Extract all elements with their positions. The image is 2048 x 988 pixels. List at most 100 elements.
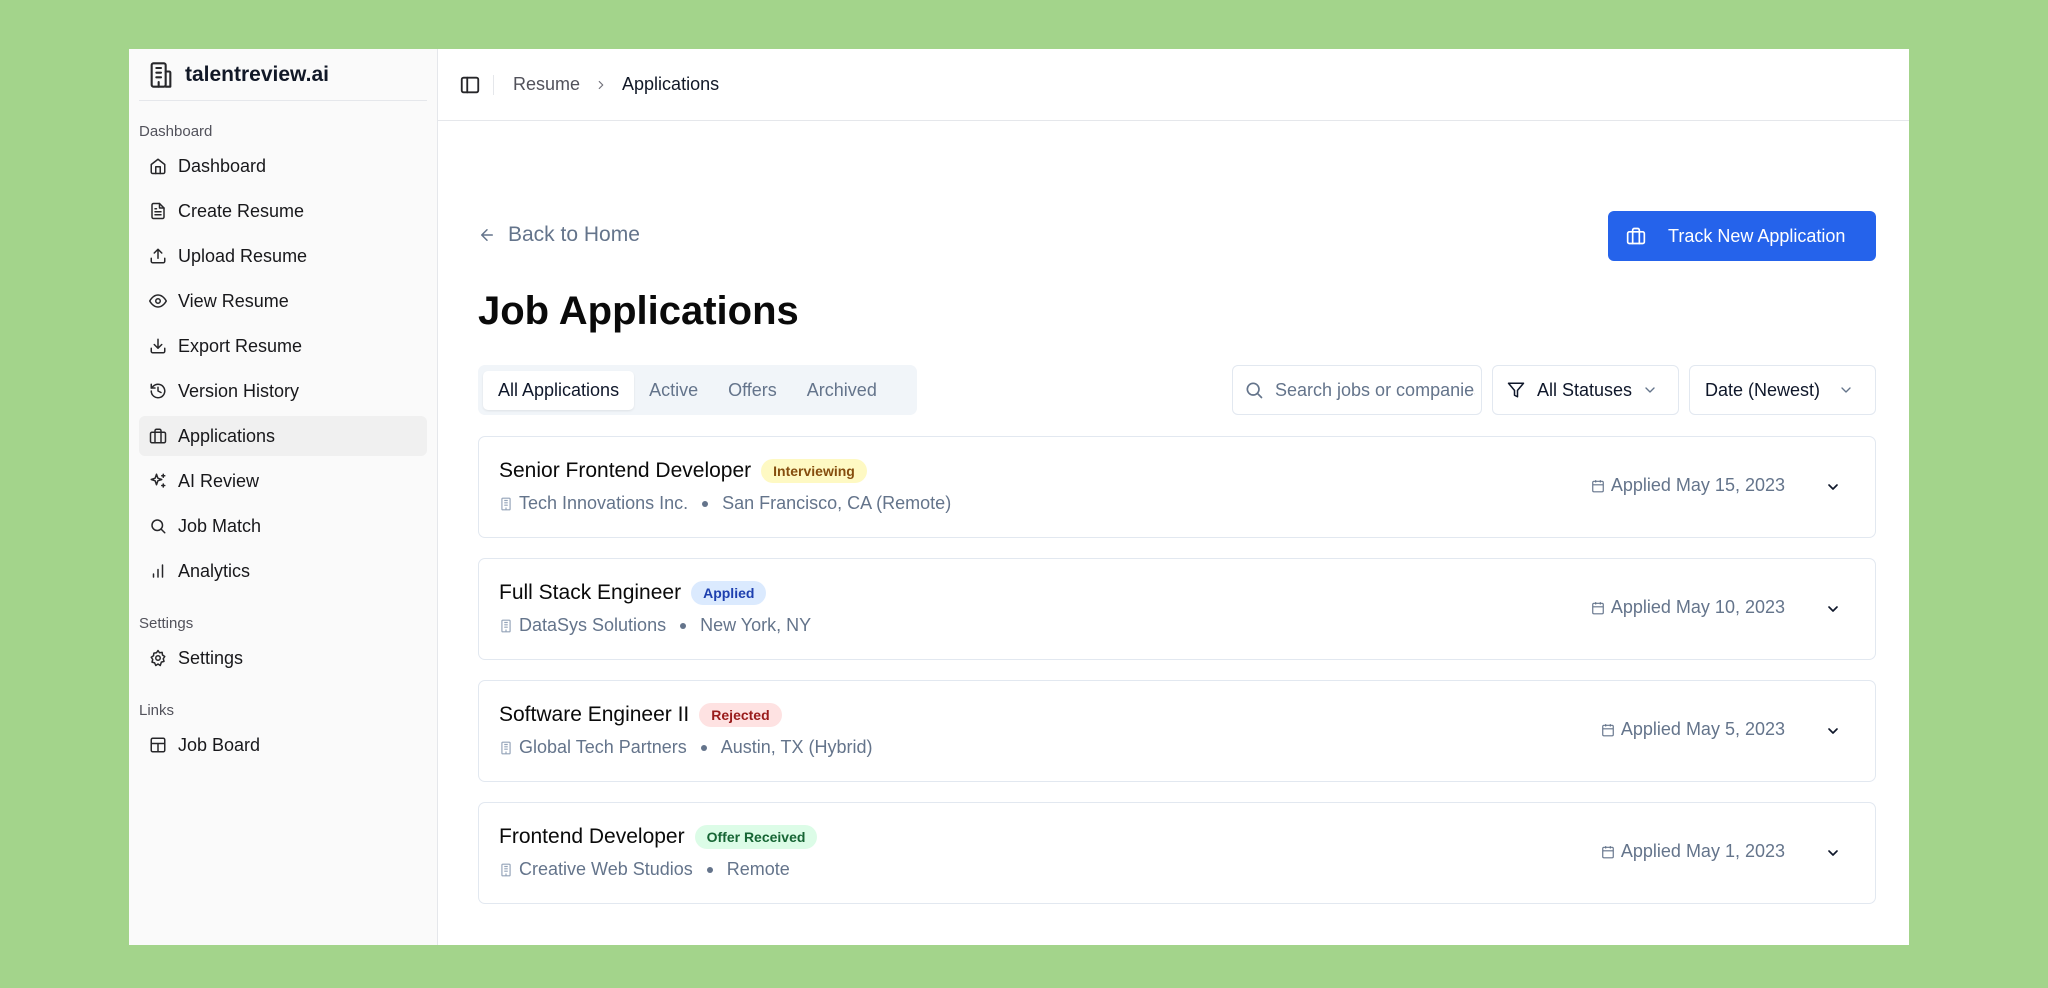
sort-value: Date (Newest)	[1705, 379, 1821, 400]
breadcrumb: Resume Applications	[513, 74, 719, 95]
arrow-left-icon	[481, 229, 493, 241]
track-new-application-button[interactable]: Track New Application	[1608, 211, 1876, 261]
company-name: Tech Innovations Inc.	[519, 493, 689, 513]
sidebar-item-settings[interactable]: Settings	[139, 638, 427, 678]
card-title-row: Frontend Developer Offer Received	[499, 825, 818, 849]
job-title: Frontend Developer	[499, 825, 685, 848]
sidebar-toggle-icon[interactable]	[459, 74, 481, 96]
topbar: Resume Applications	[438, 49, 1909, 121]
application-card[interactable]: Frontend Developer Offer Received Creati…	[478, 802, 1876, 904]
applied-date-text: Applied May 1, 2023	[1620, 841, 1785, 861]
home-icon	[150, 158, 166, 175]
application-card[interactable]: Software Engineer II Rejected Global Tec…	[478, 680, 1876, 782]
status-badge: Interviewing	[761, 459, 867, 483]
applied-date-text: Applied May 5, 2023	[1620, 719, 1785, 739]
topbar-divider	[493, 74, 494, 95]
separator-dot	[706, 866, 713, 873]
calendar-icon	[1592, 601, 1604, 614]
card-title-row: Software Engineer II Rejected	[499, 703, 782, 727]
sidebar-item-label: Dashboard	[178, 155, 267, 176]
sidebar-item-label: AI Review	[178, 470, 260, 491]
job-location: Remote	[726, 859, 790, 879]
chevron-down-icon	[1828, 850, 1838, 856]
filter-icon	[1507, 382, 1525, 398]
card-title-row: Senior Frontend Developer Interviewing	[499, 459, 867, 483]
search-input[interactable]	[1275, 379, 1475, 401]
sidebar-item-export-resume[interactable]: Export Resume	[139, 326, 427, 366]
download-icon	[150, 338, 166, 354]
tab-all-applications[interactable]: All Applications	[483, 370, 635, 410]
building-icon	[501, 741, 511, 754]
separator-dot	[702, 500, 709, 507]
chevron-down-icon	[1828, 606, 1838, 612]
sidebar-item-label: Analytics	[178, 560, 251, 581]
card-subtitle: Creative Web Studios Remote	[499, 859, 790, 880]
sidebar-item-upload-resume[interactable]: Upload Resume	[139, 236, 427, 276]
card-subtitle: Global Tech Partners Austin, TX (Hybrid)	[499, 737, 872, 758]
status-filter-select[interactable]: All Statuses	[1492, 365, 1679, 415]
building-icon	[501, 619, 511, 632]
back-label: Back to Home	[508, 223, 640, 246]
applied-date: Applied May 15, 2023	[1591, 475, 1785, 496]
job-title: Senior Frontend Developer	[499, 459, 752, 482]
separator-dot	[680, 622, 687, 629]
file-text-icon	[151, 202, 165, 220]
page-title: Job Applications	[478, 289, 799, 333]
layout-icon	[150, 737, 166, 753]
search-icon	[1246, 382, 1263, 399]
job-title: Full Stack Engineer	[499, 581, 682, 604]
sidebar-item-job-board[interactable]: Job Board	[139, 725, 427, 765]
tab-archived[interactable]: Archived	[792, 371, 892, 410]
job-location: San Francisco, CA (Remote)	[722, 493, 952, 513]
job-location: New York, NY	[700, 615, 812, 635]
group-label-links: Links	[139, 702, 175, 719]
group-label-settings: Settings	[139, 615, 194, 632]
sidebar-item-label: Settings	[178, 647, 244, 668]
application-tabs: All Applications Active Offers Archived	[478, 365, 917, 415]
sidebar-item-job-match[interactable]: Job Match	[139, 506, 427, 546]
sidebar-item-label: Job Board	[178, 734, 261, 755]
track-button-label: Track New Application	[1668, 225, 1846, 246]
sidebar-item-view-resume[interactable]: View Resume	[139, 281, 427, 321]
back-to-home-link[interactable]: Back to Home	[478, 223, 640, 247]
expand-button[interactable]	[1821, 597, 1845, 621]
brand[interactable]: talentreview.ai	[139, 49, 427, 101]
sidebar-item-create-resume[interactable]: Create Resume	[139, 191, 427, 231]
expand-button[interactable]	[1821, 475, 1845, 499]
sidebar-item-label: Job Match	[178, 515, 262, 536]
history-icon	[150, 383, 166, 399]
breadcrumb-parent[interactable]: Resume	[513, 74, 580, 95]
sidebar-item-analytics[interactable]: Analytics	[139, 551, 427, 591]
sidebar-item-dashboard[interactable]: Dashboard	[139, 146, 427, 186]
expand-button[interactable]	[1821, 841, 1845, 865]
application-card[interactable]: Full Stack Engineer Applied DataSys Solu…	[478, 558, 1876, 660]
search-icon	[151, 519, 166, 534]
briefcase-icon	[149, 428, 167, 444]
applied-date: Applied May 1, 2023	[1601, 841, 1785, 862]
sidebar-item-label: Upload Resume	[178, 245, 308, 266]
card-subtitle: Tech Innovations Inc. San Francisco, CA …	[499, 493, 951, 514]
status-badge: Offer Received	[694, 825, 818, 849]
building-icon	[150, 61, 172, 88]
tab-active[interactable]: Active	[634, 371, 713, 410]
company-name: DataSys Solutions	[519, 615, 667, 635]
chevron-down-icon	[1841, 387, 1851, 393]
bar-chart-icon	[152, 564, 164, 578]
tab-offers[interactable]: Offers	[713, 371, 792, 410]
sidebar-item-version-history[interactable]: Version History	[139, 371, 427, 411]
group-label-dashboard: Dashboard	[139, 123, 213, 140]
chevron-down-icon	[1645, 387, 1655, 393]
sidebar-item-label: Create Resume	[178, 200, 305, 221]
calendar-icon	[1602, 845, 1614, 858]
sidebar-item-applications[interactable]: Applications	[139, 416, 427, 456]
sidebar-item-label: Export Resume	[178, 335, 303, 356]
sidebar-item-ai-review[interactable]: AI Review	[139, 461, 427, 501]
brand-name: talentreview.ai	[185, 62, 329, 86]
sort-select[interactable]: Date (Newest)	[1689, 365, 1876, 415]
expand-button[interactable]	[1821, 719, 1845, 743]
card-subtitle: DataSys Solutions New York, NY	[499, 615, 811, 636]
card-title-row: Full Stack Engineer Applied	[499, 581, 767, 605]
application-card[interactable]: Senior Frontend Developer Interviewing T…	[478, 436, 1876, 538]
separator-dot	[700, 744, 707, 751]
status-badge: Applied	[691, 581, 767, 605]
